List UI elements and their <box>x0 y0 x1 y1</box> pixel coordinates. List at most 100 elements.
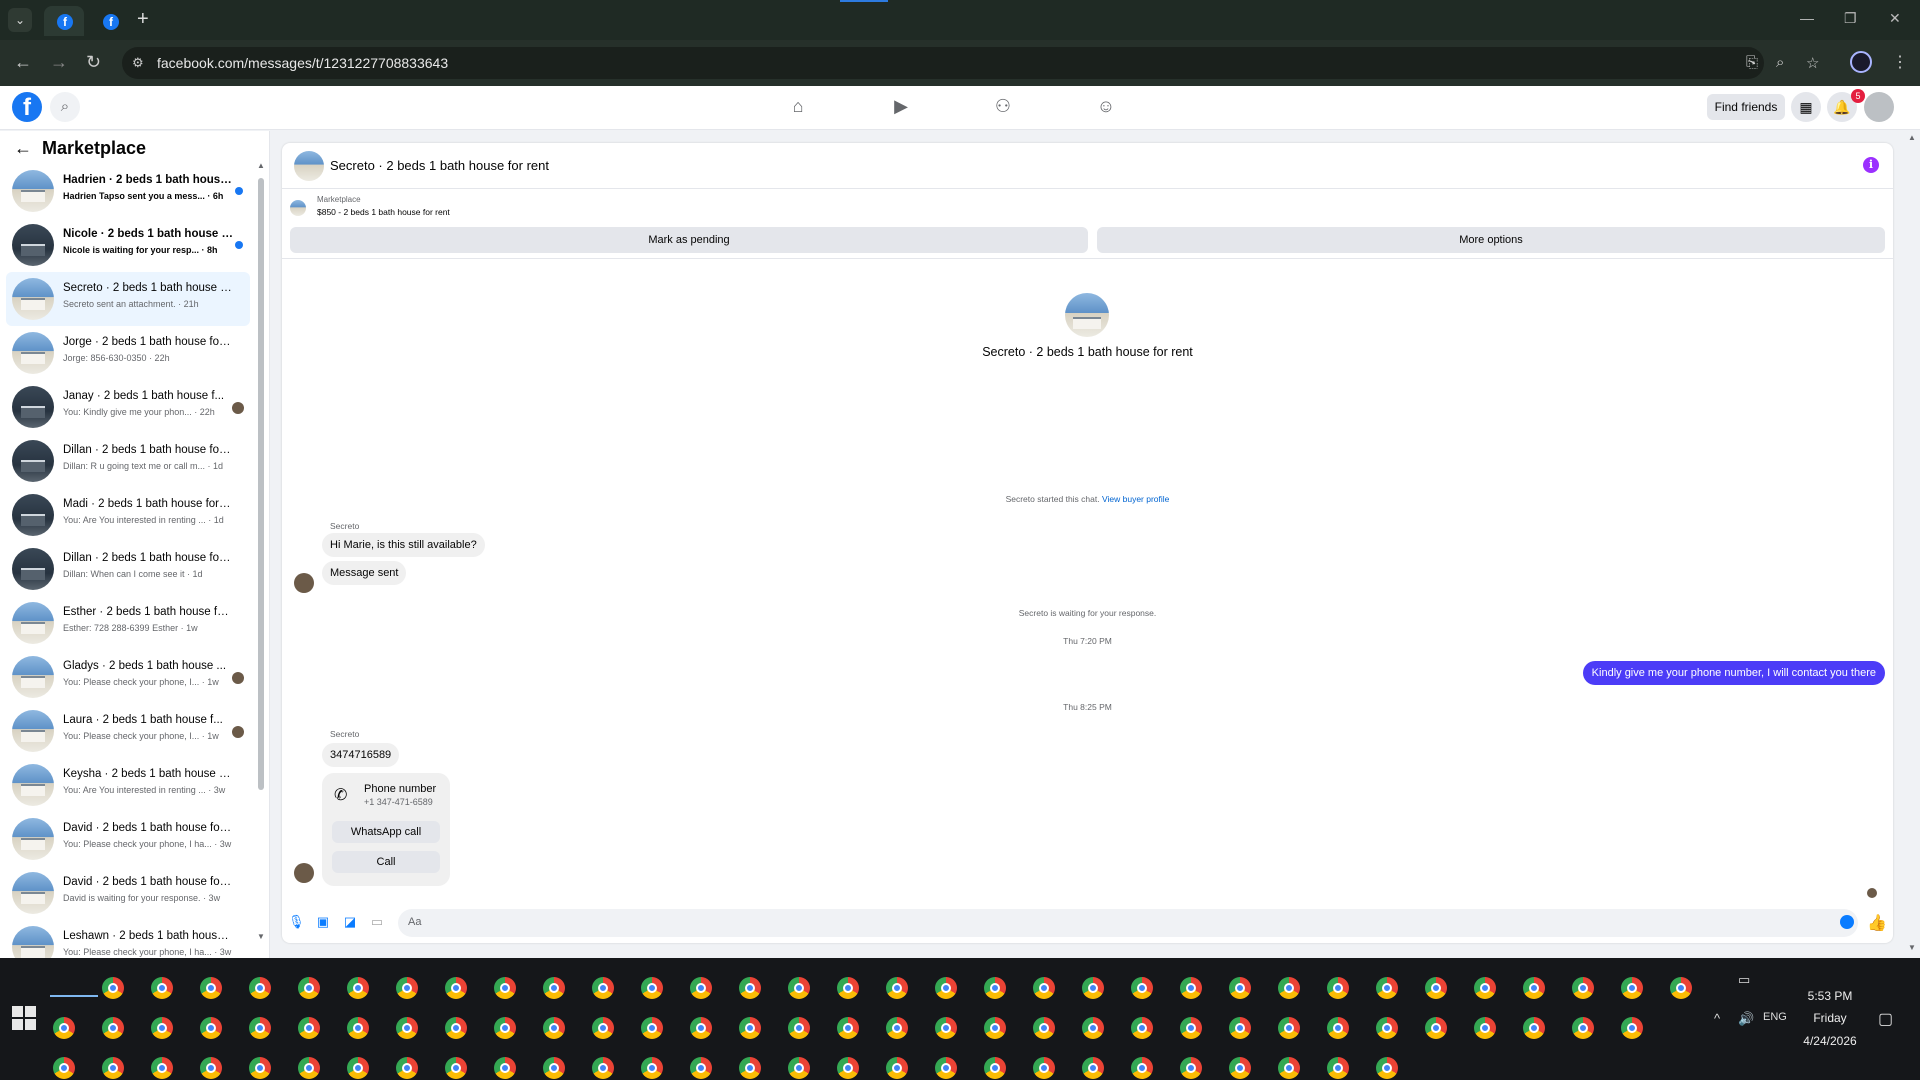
chrome-taskbar-icon[interactable] <box>151 1057 173 1079</box>
chrome-taskbar-icon[interactable] <box>1180 977 1202 999</box>
chrome-taskbar-icon[interactable] <box>53 1017 75 1039</box>
chrome-taskbar-icon[interactable] <box>935 1017 957 1039</box>
chrome-taskbar-icon[interactable] <box>690 1017 712 1039</box>
account-avatar[interactable] <box>1864 92 1894 122</box>
address-bar[interactable]: ⚙ facebook.com/messages/t/12312277088336… <box>122 47 1819 79</box>
conversation-item[interactable]: Madi · 2 beds 1 bath house for r... You: … <box>6 488 250 542</box>
chrome-taskbar-icon[interactable] <box>935 1057 957 1079</box>
chrome-taskbar-icon[interactable] <box>1474 977 1496 999</box>
chrome-taskbar-icon[interactable] <box>151 977 173 999</box>
scroll-down-arrow-icon[interactable]: ▼ <box>257 932 265 941</box>
new-tab-button[interactable]: + <box>137 9 149 29</box>
tray-overflow-icon[interactable]: ^ <box>1714 1011 1720 1026</box>
chrome-taskbar-icon[interactable] <box>1425 977 1447 999</box>
find-friends-button[interactable]: Find friends <box>1707 94 1785 120</box>
conversation-item[interactable]: Laura · 2 beds 1 bath house f... You: Ple… <box>6 704 250 758</box>
sidebar-scrollbar[interactable]: ▲ ▼ <box>256 161 266 948</box>
tab-search-button[interactable]: ⌄ <box>8 8 32 32</box>
chrome-taskbar-icon[interactable] <box>886 1017 908 1039</box>
chrome-taskbar-icon[interactable] <box>1033 977 1055 999</box>
chrome-taskbar-icon[interactable] <box>298 1017 320 1039</box>
chrome-taskbar-icon[interactable] <box>592 1017 614 1039</box>
chrome-taskbar-icon[interactable] <box>935 977 957 999</box>
chrome-taskbar-icon[interactable] <box>494 1057 516 1079</box>
site-info-icon[interactable]: ⚙ <box>132 55 148 71</box>
chat-thumbnail[interactable] <box>294 151 324 181</box>
chrome-taskbar-icon[interactable] <box>641 1057 663 1079</box>
chrome-taskbar-icon[interactable] <box>788 1017 810 1039</box>
chrome-taskbar-icon[interactable] <box>1425 1017 1447 1039</box>
install-app-icon[interactable]: ⎘ <box>1746 54 1758 71</box>
chrome-taskbar-icon[interactable] <box>1523 977 1545 999</box>
conversation-item[interactable]: David · 2 beds 1 bath house for ... You: … <box>6 812 250 866</box>
incoming-message[interactable]: Message sent <box>322 561 407 585</box>
chrome-taskbar-icon[interactable] <box>1572 1017 1594 1039</box>
chrome-taskbar-icon[interactable] <box>53 1057 75 1079</box>
conversation-item[interactable]: Jorge · 2 beds 1 bath house for ... Jorge… <box>6 326 250 380</box>
windows-start-icon[interactable] <box>12 1006 36 1030</box>
chrome-taskbar-icon[interactable] <box>102 1057 124 1079</box>
chrome-taskbar-icon[interactable] <box>249 1057 271 1079</box>
chrome-taskbar-icon[interactable] <box>347 1017 369 1039</box>
chrome-taskbar-icon[interactable] <box>1131 977 1153 999</box>
chrome-taskbar-icon[interactable] <box>837 1017 859 1039</box>
conversation-item[interactable]: Gladys · 2 beds 1 bath house ... You: Ple… <box>6 650 250 704</box>
clock-day[interactable]: Friday <box>1790 1011 1870 1025</box>
sidebar-scroll-thumb[interactable] <box>258 178 264 790</box>
chrome-taskbar-icon[interactable] <box>396 1017 418 1039</box>
chrome-taskbar-icon[interactable] <box>543 977 565 999</box>
browser-profile-icon[interactable] <box>1850 51 1872 73</box>
emoji-icon[interactable] <box>1840 915 1854 929</box>
info-icon[interactable]: i <box>1863 157 1879 173</box>
chrome-taskbar-icon[interactable] <box>641 1017 663 1039</box>
sender-avatar[interactable] <box>294 573 314 593</box>
view-buyer-profile-link[interactable]: View buyer profile <box>1102 494 1169 504</box>
incoming-message[interactable]: Hi Marie, is this still available? <box>322 533 485 557</box>
message-input[interactable]: Aa <box>398 909 1858 937</box>
chrome-taskbar-icon[interactable] <box>1180 1017 1202 1039</box>
chrome-taskbar-icon[interactable] <box>1131 1057 1153 1079</box>
chrome-taskbar-icon[interactable] <box>641 977 663 999</box>
scroll-up-arrow-icon[interactable]: ▲ <box>257 161 265 170</box>
chrome-taskbar-icon[interactable] <box>739 1057 761 1079</box>
chrome-taskbar-icon[interactable] <box>445 977 467 999</box>
back-icon[interactable]: ← <box>14 53 32 71</box>
chrome-taskbar-icon[interactable] <box>1474 1017 1496 1039</box>
notification-center-icon[interactable]: ▢ <box>1878 1009 1893 1029</box>
chrome-taskbar-icon[interactable] <box>347 977 369 999</box>
chrome-taskbar-icon[interactable] <box>1082 1057 1104 1079</box>
chat-profile-photo[interactable] <box>1065 293 1109 337</box>
chrome-taskbar-icon[interactable] <box>984 1057 1006 1079</box>
chat-title[interactable]: Secreto · 2 beds 1 bath house for rent <box>330 158 549 173</box>
browser-menu-icon[interactable]: ⋮ <box>1892 52 1908 72</box>
chrome-taskbar-icon[interactable] <box>396 977 418 999</box>
tab-facebook-active[interactable]: f <box>44 6 84 36</box>
conversation-item[interactable]: Nicole · 2 beds 1 bath house f... Nicole … <box>6 218 250 272</box>
microphone-icon[interactable]: 🎙 <box>288 914 305 930</box>
call-button[interactable]: Call <box>332 851 440 873</box>
chrome-taskbar-icon[interactable] <box>1327 1057 1349 1079</box>
chrome-taskbar-icon[interactable] <box>1327 1017 1349 1039</box>
chrome-taskbar-icon[interactable] <box>1033 1017 1055 1039</box>
whatsapp-call-button[interactable]: WhatsApp call <box>332 821 440 843</box>
language-indicator[interactable]: ENG <box>1763 1011 1787 1023</box>
conversation-item[interactable]: Janay · 2 beds 1 bath house f... You: Kin… <box>6 380 250 434</box>
chrome-taskbar-icon[interactable] <box>1670 977 1692 999</box>
volume-icon[interactable]: 🔊 <box>1738 1011 1754 1027</box>
chrome-taskbar-icon[interactable] <box>837 977 859 999</box>
chrome-taskbar-icon[interactable] <box>592 1057 614 1079</box>
minimize-icon[interactable]: — <box>1800 10 1814 26</box>
chrome-taskbar-icon[interactable] <box>837 1057 859 1079</box>
conversation-item[interactable]: Esther · 2 beds 1 bath house for... Esthe… <box>6 596 250 650</box>
page-scrollbar[interactable]: ▲ ▼ <box>1904 131 1920 958</box>
sender-avatar[interactable] <box>294 863 314 883</box>
chrome-taskbar-icon[interactable] <box>298 1057 320 1079</box>
chrome-taskbar-icon[interactable] <box>1131 1017 1153 1039</box>
bookmark-star-icon[interactable]: ☆ <box>1806 54 1819 72</box>
conversation-item[interactable]: David · 2 beds 1 bath house for ... David… <box>6 866 250 920</box>
chrome-taskbar-icon[interactable] <box>1278 1017 1300 1039</box>
clock-date[interactable]: 4/24/2026 <box>1790 1034 1870 1048</box>
facebook-logo-icon[interactable]: f <box>12 92 42 122</box>
chrome-taskbar-icon[interactable] <box>592 977 614 999</box>
chrome-taskbar-icon[interactable] <box>984 1017 1006 1039</box>
